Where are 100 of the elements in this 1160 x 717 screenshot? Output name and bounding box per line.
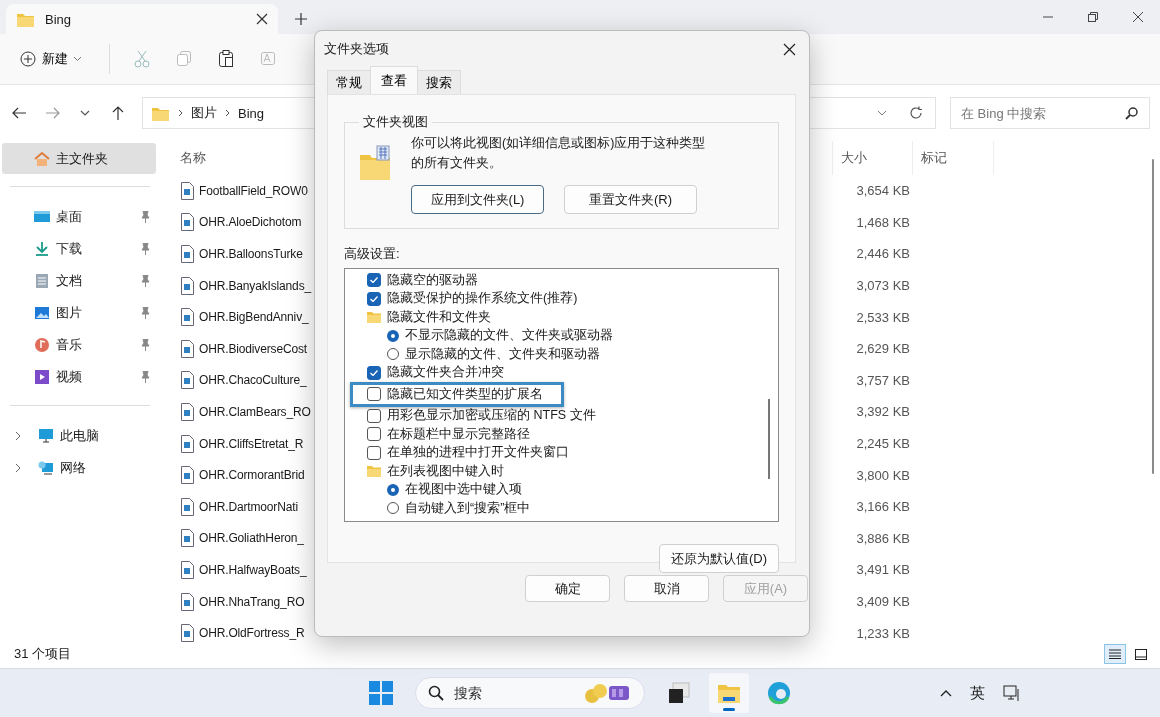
setting-item[interactable]: 在视图中选中键入项 xyxy=(367,480,778,499)
image-file-icon xyxy=(180,434,195,453)
section-label: 高级设置: xyxy=(344,245,401,263)
new-button[interactable]: 新建 xyxy=(14,46,87,72)
folder-view-button[interactable]: 重置文件夹(R) xyxy=(564,185,697,214)
setting-item[interactable]: 隐藏空的驱动器 xyxy=(367,271,778,290)
checkbox[interactable] xyxy=(367,427,381,442)
setting-item[interactable]: 自动键入到“搜索”框中 xyxy=(367,499,778,518)
file-explorer-button[interactable] xyxy=(709,673,749,713)
plus-circle-icon xyxy=(20,51,36,67)
setting-item[interactable]: 用彩色显示加密或压缩的 NTFS 文件 xyxy=(367,406,778,425)
image-file-icon xyxy=(180,402,195,421)
letter-box-icon xyxy=(260,50,276,68)
setting-label: 用彩色显示加密或压缩的 NTFS 文件 xyxy=(387,407,596,425)
file-name[interactable]: FootballField_ROW0 xyxy=(199,183,308,198)
taskbar-search-field[interactable]: 搜索 xyxy=(415,677,645,709)
file-name[interactable]: OHR.OldFortress_R xyxy=(199,626,305,641)
image-file-icon xyxy=(180,245,195,263)
radio-button[interactable] xyxy=(387,329,399,342)
file-name[interactable]: OHR.HalfwayBoats_ xyxy=(199,562,307,577)
sidebar-item[interactable]: 下载 xyxy=(2,233,156,265)
image-file-icon xyxy=(180,592,195,611)
file-name[interactable]: OHR.BalloonsTurke xyxy=(199,247,303,261)
file-name[interactable]: OHR.CormorantBrid xyxy=(199,468,305,483)
sidebar-item[interactable]: 图片 xyxy=(2,297,156,329)
setting-item[interactable]: 隐藏已知文件类型的扩展名 xyxy=(350,382,564,407)
column-header[interactable]: 标记 xyxy=(912,141,994,175)
checkmark-icon xyxy=(370,295,378,302)
file-name[interactable]: OHR.GoliathHeron_ xyxy=(199,531,304,546)
advanced-settings-list[interactable]: 隐藏空的驱动器 隐藏受保护的操作系统文件(推荐) 隐藏文件和文件夹 不显示隐藏的文件、文件夹或驱动器 显示隐藏的文件、文件夹和驱动器 隐藏文件夹合并冲突 隐藏已知文件类型的扩展名 用彩色显示加密或压缩的 NTFS 文件 在标题栏中显示完整路径 在单独的进程中打开文件夹窗口 在列表视图中键入时 在视图中选中键入项 自动键入到“搜索”框中 xyxy=(344,268,779,522)
radio-button[interactable] xyxy=(387,483,399,496)
image-file-icon xyxy=(180,497,195,516)
setting-item[interactable]: 在标题栏中显示完整路径 xyxy=(367,425,778,444)
edge-icon xyxy=(767,681,791,705)
chevron-up-icon[interactable] xyxy=(940,689,952,697)
house-icon xyxy=(34,150,50,167)
file-name[interactable]: OHR.AloeDichotom xyxy=(199,215,302,230)
sidebar-item[interactable]: 网络 xyxy=(2,452,156,484)
file-name[interactable]: OHR.BiodiverseCost xyxy=(199,341,307,356)
breadcrumb-item[interactable]: Bing xyxy=(238,105,265,121)
dialog-tab[interactable]: 搜索 xyxy=(417,70,461,94)
radio-button[interactable] xyxy=(387,348,399,361)
close-icon[interactable] xyxy=(256,13,268,25)
windows-logo-icon xyxy=(369,681,393,705)
file-name[interactable]: OHR.NhaTrang_RO xyxy=(199,594,305,609)
breadcrumb-item[interactable]: 图片 xyxy=(191,104,217,122)
setting-item[interactable]: 不显示隐藏的文件、文件夹或驱动器 xyxy=(367,326,778,345)
sidebar-item[interactable]: 主文件夹 xyxy=(2,143,156,174)
setting-item[interactable]: 显示隐藏的文件、文件夹和驱动器 xyxy=(367,345,778,364)
file-name[interactable]: OHR.BanyakIslands_ xyxy=(199,278,312,293)
network-icon[interactable] xyxy=(1003,685,1021,701)
file-name[interactable]: OHR.CliffsEtretat_R xyxy=(199,436,304,451)
right-arrow-icon xyxy=(45,105,60,121)
sidebar-item[interactable]: 音乐 xyxy=(2,329,156,361)
setting-item[interactable]: 在列表视图中键入时 xyxy=(367,462,778,481)
file-size: 2,533 KB xyxy=(855,309,911,325)
scrollbar[interactable] xyxy=(768,399,770,479)
dialog-button[interactable]: 确定 xyxy=(525,575,610,602)
checkbox[interactable] xyxy=(367,445,381,460)
details-view-button[interactable] xyxy=(1104,644,1126,664)
plus-icon xyxy=(295,13,307,25)
checkbox[interactable] xyxy=(367,291,381,306)
radio-button[interactable] xyxy=(387,502,399,515)
folder-view-button[interactable]: 应用到文件夹(L) xyxy=(411,185,544,214)
setting-item[interactable]: 隐藏受保护的操作系统文件(推荐) xyxy=(367,289,778,308)
sidebar-item[interactable]: 桌面 xyxy=(2,201,156,233)
setting-item[interactable]: 在单独的进程中打开文件夹窗口 xyxy=(367,443,778,462)
scrollbar[interactable] xyxy=(1152,159,1154,474)
file-size: 3,800 KB xyxy=(855,467,911,483)
refresh-icon[interactable] xyxy=(909,106,923,120)
sidebar-item[interactable]: 此电脑 xyxy=(2,420,156,452)
window-icon xyxy=(1135,648,1147,660)
caret-icon xyxy=(74,57,81,61)
folder-icon xyxy=(367,465,381,478)
checkbox[interactable] xyxy=(367,365,381,380)
file-name[interactable]: OHR.DartmoorNati xyxy=(199,499,298,514)
setting-item[interactable]: 隐藏文件夹合并冲突 xyxy=(367,363,778,382)
checkbox[interactable] xyxy=(367,273,381,288)
file-size: 2,446 KB xyxy=(855,246,911,262)
file-name[interactable]: OHR.BigBendAnniv_ xyxy=(199,310,309,325)
setting-item[interactable]: 隐藏文件和文件夹 xyxy=(367,308,778,327)
setting-label: 隐藏受保护的操作系统文件(推荐) xyxy=(387,290,578,308)
clipboard-button[interactable] xyxy=(216,48,236,70)
column-header[interactable]: 大小 xyxy=(832,141,912,175)
input-method-indicator[interactable]: 英 xyxy=(970,683,985,703)
sidebar-item[interactable]: 视频 xyxy=(2,361,156,393)
window-tab[interactable]: Bing xyxy=(6,4,278,34)
checkbox[interactable] xyxy=(367,408,381,423)
sidebar-item[interactable]: 文档 xyxy=(2,265,156,297)
dialog-tab[interactable]: 查看 xyxy=(370,66,418,94)
dialog-button[interactable]: 取消 xyxy=(624,575,709,602)
network-icon xyxy=(38,460,54,476)
chevron-down-icon[interactable] xyxy=(877,110,887,116)
restore-defaults-button[interactable]: 还原为默认值(D) xyxy=(659,544,779,573)
folder-icon xyxy=(367,311,381,324)
checkbox[interactable] xyxy=(367,387,381,402)
search-field[interactable]: 在 Bing 中搜索 xyxy=(950,97,1150,129)
file-name[interactable]: OHR.ClamBears_RO xyxy=(199,404,311,419)
file-name[interactable]: OHR.ChacoCulture_ xyxy=(199,373,307,388)
dialog-tab[interactable]: 常规 xyxy=(327,70,371,94)
